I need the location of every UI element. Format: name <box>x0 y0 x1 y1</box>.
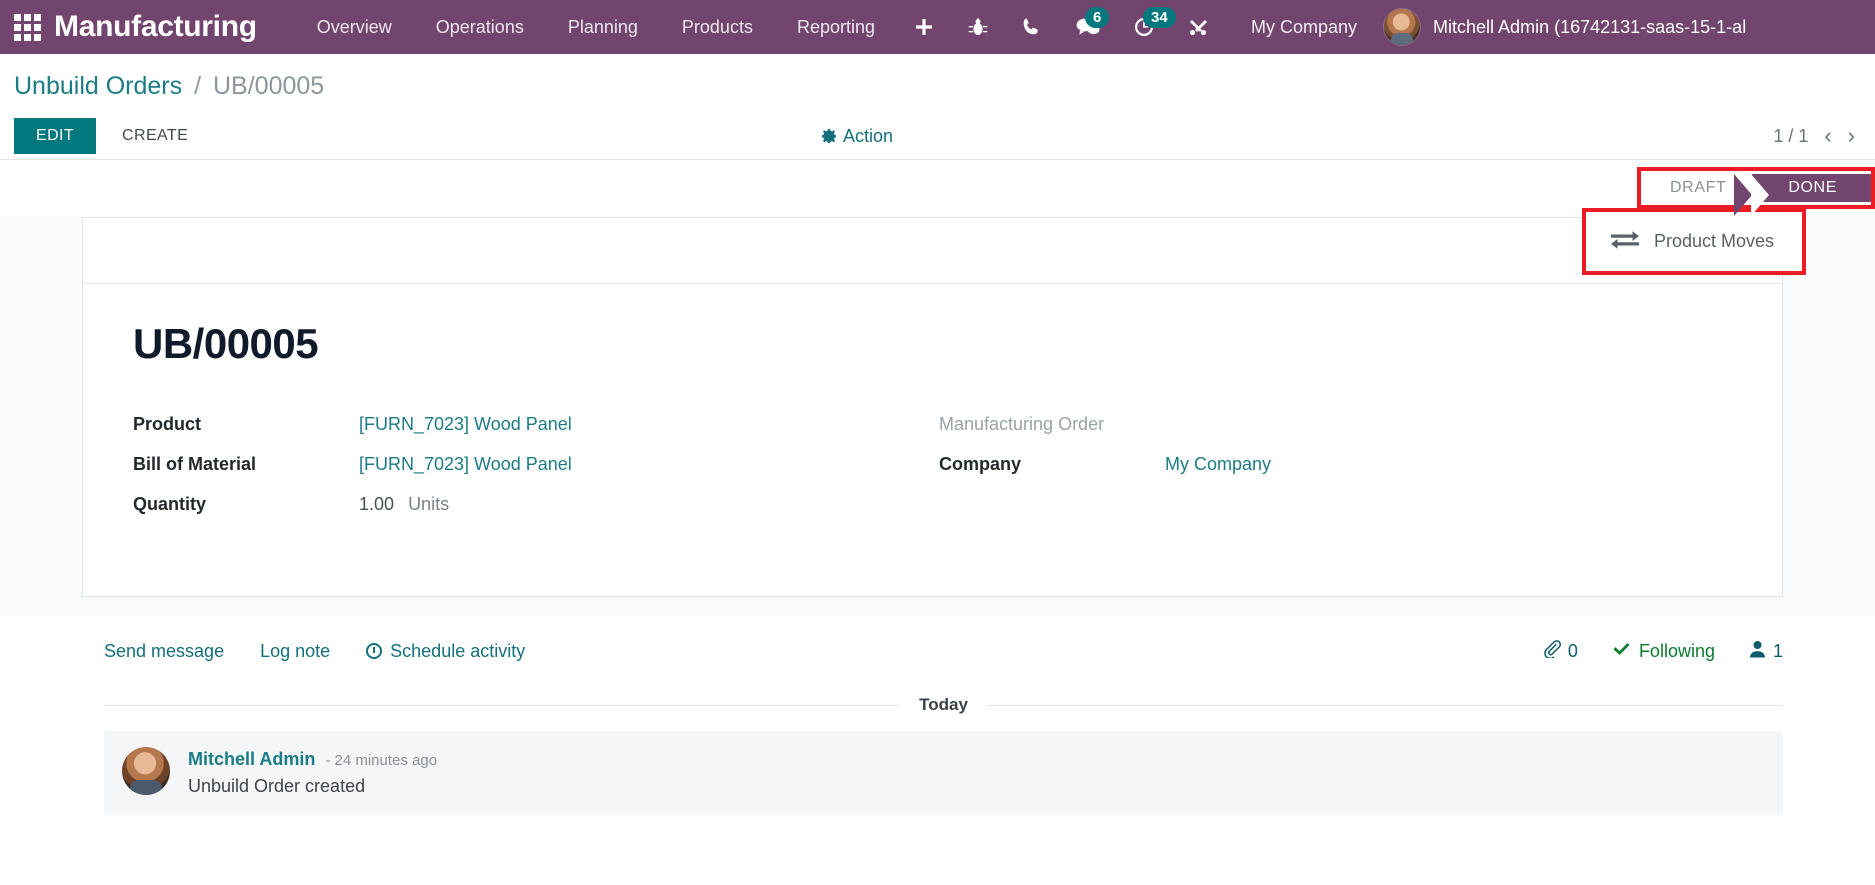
following-label: Following <box>1638 640 1715 661</box>
message-avatar <box>122 747 170 795</box>
schedule-activity-button[interactable]: Schedule activity <box>366 641 525 662</box>
chatter: Send message Log note Schedule activity … <box>0 615 1875 815</box>
field-value-bill-of-material[interactable]: [FURN_7023] Wood Panel <box>359 454 939 475</box>
nav-menu-overview[interactable]: Overview <box>295 0 414 54</box>
breadcrumb-separator: / <box>194 72 202 100</box>
following-button[interactable]: Following <box>1612 641 1715 662</box>
follower-count: 1 <box>1772 640 1783 661</box>
followers-button[interactable]: 1 <box>1749 640 1783 663</box>
avatar <box>1383 8 1422 46</box>
check-icon <box>1612 641 1631 662</box>
statusbar-highlight-box: DRAFT DONE <box>1637 167 1875 216</box>
nav-menu-products[interactable]: Products <box>660 0 775 54</box>
day-separator: Today <box>104 695 1783 715</box>
product-moves-label: Product Moves <box>1653 231 1774 251</box>
pager-value: 1 / 1 <box>1773 125 1809 146</box>
field-label-product: Product <box>133 414 202 434</box>
breadcrumb: Unbuild Orders / UB/00005 <box>0 54 1875 113</box>
action-menu-button[interactable]: Action <box>822 126 893 147</box>
message-item: Mitchell Admin - 24 minutes ago Unbuild … <box>104 731 1783 815</box>
paperclip-icon <box>1542 639 1561 663</box>
form-sheet-background: Product Moves UB/00005 Product [FURN_702… <box>0 208 1875 615</box>
field-value-product[interactable]: [FURN_7023] Wood Panel <box>359 414 939 435</box>
nav-menu-operations[interactable]: Operations <box>414 0 546 54</box>
product-moves-button[interactable]: Product Moves <box>1587 214 1800 269</box>
statusbar: DRAFT DONE <box>1637 167 1875 216</box>
tools-icon[interactable] <box>1171 0 1225 54</box>
user-name-label: Mitchell Admin (16742131-saas-15-1-al <box>1433 16 1747 37</box>
smart-button-box: Product Moves <box>83 208 1806 284</box>
messages-badge: 6 <box>1085 7 1110 28</box>
record-title: UB/00005 <box>133 320 319 367</box>
nav-menu-reporting[interactable]: Reporting <box>775 0 897 54</box>
clock-icon <box>366 643 383 659</box>
phone-icon[interactable] <box>1005 0 1059 54</box>
form-body: UB/00005 Product [FURN_7023] Wood Panel … <box>83 284 1782 559</box>
product-moves-highlight-box: Product Moves <box>1581 208 1806 275</box>
app-brand-title[interactable]: Manufacturing <box>54 10 257 44</box>
log-note-button[interactable]: Log note <box>260 641 330 662</box>
field-value-quantity-unit: Units <box>408 494 450 514</box>
top-navbar: Manufacturing Overview Operations Planni… <box>0 0 1875 54</box>
form-sheet: Product Moves UB/00005 Product [FURN_702… <box>82 208 1806 597</box>
pager: 1 / 1 ‹ › <box>1773 125 1861 147</box>
field-value-company[interactable]: My Company <box>1165 454 1730 475</box>
separator-line-right <box>987 704 1783 706</box>
field-value-quantity-group: 1.00 Units <box>359 494 939 515</box>
activities-icon[interactable]: 34 <box>1117 0 1176 54</box>
exchange-arrows-icon <box>1610 228 1640 255</box>
chatter-toolbar: Send message Log note Schedule activity … <box>104 639 1783 663</box>
message-author[interactable]: Mitchell Admin <box>188 749 315 770</box>
attachment-count: 0 <box>1567 640 1578 661</box>
message-text: Unbuild Order created <box>188 776 366 796</box>
breadcrumb-current: UB/00005 <box>213 72 325 100</box>
pager-next-icon[interactable]: › <box>1848 125 1855 147</box>
user-menu[interactable]: Mitchell Admin (16742131-saas-15-1-al <box>1373 8 1746 46</box>
company-switcher[interactable]: My Company <box>1225 17 1373 38</box>
person-icon <box>1749 640 1766 663</box>
field-label-quantity: Quantity <box>133 494 207 514</box>
field-label-company: Company <box>939 454 1022 474</box>
edit-button[interactable]: EDIT <box>14 118 97 154</box>
breadcrumb-parent[interactable]: Unbuild Orders <box>14 72 182 100</box>
field-label-bill-of-material: Bill of Material <box>133 454 257 474</box>
separator-line-left <box>104 704 900 706</box>
message-body: Mitchell Admin - 24 minutes ago Unbuild … <box>188 747 437 797</box>
plus-icon[interactable] <box>897 0 951 54</box>
control-panel: EDIT CREATE Action 1 / 1 ‹ › <box>0 113 1875 159</box>
form-fields-grid: Product [FURN_7023] Wood Panel Manufactu… <box>133 414 1730 515</box>
message-header: Mitchell Admin - 24 minutes ago <box>188 749 437 770</box>
messages-icon[interactable]: 6 <box>1059 0 1117 54</box>
message-timestamp: - 24 minutes ago <box>325 752 438 769</box>
create-button[interactable]: CREATE <box>104 118 206 154</box>
schedule-activity-label: Schedule activity <box>390 640 526 661</box>
gear-icon <box>822 129 836 143</box>
action-menu-label: Action <box>843 125 894 146</box>
apps-grid-icon[interactable] <box>10 10 44 44</box>
field-value-quantity[interactable]: 1.00 <box>359 494 394 514</box>
attachments-button[interactable]: 0 <box>1542 639 1578 663</box>
status-stage-done[interactable]: DONE <box>1734 174 1871 216</box>
nav-menu-planning[interactable]: Planning <box>546 0 660 54</box>
pager-previous-icon[interactable]: ‹ <box>1824 125 1831 147</box>
send-message-button[interactable]: Send message <box>104 641 224 662</box>
bug-icon[interactable] <box>951 0 1005 54</box>
field-label-manufacturing-order: Manufacturing Order <box>939 414 1105 434</box>
day-separator-label: Today <box>919 695 968 714</box>
chatter-status-group: 0 Following 1 <box>1542 639 1783 663</box>
